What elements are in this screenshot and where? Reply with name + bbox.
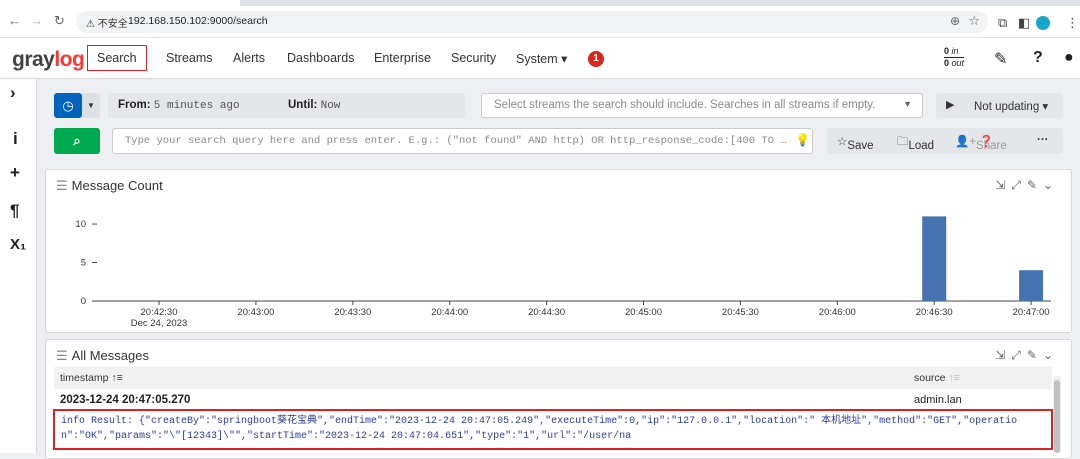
x-tick-label: 20:44:30 <box>528 307 565 318</box>
play-icon[interactable]: ▶ <box>946 98 954 111</box>
message-timestamp: 2023-12-24 20:47:05.270 <box>60 394 191 406</box>
notification-badge[interactable]: 1 <box>588 51 604 67</box>
x-tick-label: 20:46:30 <box>916 307 953 318</box>
time-range-display[interactable]: From: 5 minutes ago Until: Now <box>108 93 465 118</box>
fields-paragraph-icon[interactable]: ¶ <box>10 201 19 221</box>
chevron-down-icon[interactable]: ⌄ <box>1043 348 1059 362</box>
edit-icon[interactable]: ✎ <box>1027 348 1043 362</box>
x-tick-label: 20:47:00 <box>1013 307 1050 318</box>
nav-enterprise[interactable]: Enterprise <box>374 51 431 65</box>
top-navbar: graylog Search Streams Alerts Dashboards… <box>0 38 1080 79</box>
add-widget-icon[interactable]: + <box>10 163 20 183</box>
query-tips-icon[interactable]: 💡 <box>795 133 810 147</box>
expand-icon[interactable]: ⤢ <box>1011 178 1027 192</box>
load-button[interactable]: 🗀 Load <box>897 134 934 153</box>
message-count-chart: 0 5 10 20:42:30 20:43:00 20:43:30 20:44:00 20:4… <box>75 216 1051 329</box>
profile-avatar[interactable] <box>1036 16 1050 30</box>
streams-placeholder: Select streams the search should include… <box>494 99 876 111</box>
reload-icon[interactable]: ↻ <box>54 13 65 29</box>
left-sidebar: › i + ¶ X₁ <box>0 79 37 453</box>
nav-security[interactable]: Security <box>451 51 496 65</box>
y-tick-label: 10 <box>75 219 86 230</box>
back-icon[interactable]: ← <box>8 13 21 28</box>
x-tick-label: 20:43:30 <box>334 307 371 318</box>
share-button[interactable]: 👤+ Share ❓ <box>955 134 1007 152</box>
focus-icon[interactable]: ⇲ <box>995 348 1011 362</box>
bookmark-star-icon[interactable]: ☆ <box>968 13 980 29</box>
user-icon[interactable]: ● <box>1064 49 1074 67</box>
clock-icon: ◷ <box>62 98 74 113</box>
drag-handle-icon[interactable]: ☰ <box>56 178 68 193</box>
message-source: admin.lan <box>914 394 962 406</box>
chevron-down-icon[interactable]: ▼ <box>82 93 100 118</box>
y-tick-label: 5 <box>81 258 86 269</box>
sidepanel-icon[interactable]: ◧ <box>1018 15 1030 31</box>
expand-icon[interactable]: ⤢ <box>1011 348 1027 362</box>
security-warning[interactable]: ⚠ 不安全 <box>86 15 128 30</box>
x-tick-label: 20:45:00 <box>625 307 662 318</box>
chevron-down-icon[interactable]: ⌄ <box>1043 178 1059 192</box>
focus-icon[interactable]: ⇲ <box>995 178 1011 192</box>
url-text[interactable]: 192.168.150.102:9000/search <box>128 15 268 27</box>
widget-actions: ⇲⤢✎⌄ <box>995 178 1059 193</box>
drag-handle-icon[interactable]: ☰ <box>56 348 68 363</box>
extensions-icon[interactable]: ⧉ <box>998 15 1007 31</box>
help-icon[interactable]: ? <box>1033 49 1043 67</box>
zoom-icon[interactable]: ⊕ <box>950 14 960 28</box>
refresh-dropdown[interactable]: ▶ Not updating ▾ <box>936 93 1063 118</box>
search-bar-area: ◷ ▼ From: 5 minutes ago Until: Now Selec… <box>45 86 1072 162</box>
time-range-type-button[interactable]: ◷ <box>54 93 82 118</box>
search-submit-button[interactable]: ⌕ <box>54 128 100 154</box>
widget-actions: ⇲⤢✎⌄ <box>995 348 1059 363</box>
message-body[interactable]: info Result: {"createBy":"springboot葵花宝典… <box>53 409 1053 450</box>
column-header-timestamp[interactable]: timestamp ↑≡ <box>60 372 123 384</box>
x-tick-label: 20:42:30 <box>141 307 178 318</box>
x-tick-label: 20:45:30 <box>722 307 759 318</box>
chart-bar <box>1019 270 1044 301</box>
message-count-widget: ☰ Message Count ⇲⤢✎⌄ 0 5 10 20:42:30 20:43:00… <box>45 169 1072 333</box>
column-header-source[interactable]: source ↑≡ <box>914 372 960 384</box>
browser-toolbar: ← → ↻ ⚠ 不安全 192.168.150.102:9000/search … <box>0 6 1080 38</box>
forward-icon[interactable]: → <box>30 13 43 28</box>
from-value: 5 minutes ago <box>153 100 240 112</box>
streams-select[interactable]: Select streams the search should include… <box>481 93 923 118</box>
sort-icon: ↑≡ <box>111 372 123 384</box>
search-icon: ⌕ <box>73 133 81 148</box>
chart-bar <box>922 216 947 301</box>
nav-system-dropdown[interactable]: System ▾ <box>516 51 567 66</box>
search-actions-group: ☆ Save 🗀 Load 👤+ Share ❓ ··· <box>827 128 1063 154</box>
save-button[interactable]: ☆ Save <box>837 134 874 152</box>
messages-scrollbar[interactable] <box>1053 376 1061 453</box>
widget-title: Message Count <box>71 178 163 193</box>
info-icon[interactable]: i <box>13 129 18 149</box>
until-value: Now <box>320 100 341 112</box>
search-query-input[interactable]: Type your search query here and press en… <box>112 128 813 154</box>
chevron-down-icon: ▼ <box>903 99 912 109</box>
browser-menu-icon[interactable]: ⋮ <box>1066 15 1079 31</box>
x-tick-date-label: Dec 24, 2023 <box>131 318 188 329</box>
nav-dashboards[interactable]: Dashboards <box>287 51 354 65</box>
more-actions-icon[interactable]: ··· <box>1037 134 1049 146</box>
widget-title: All Messages <box>71 348 149 363</box>
expand-sidebar-icon[interactable]: › <box>10 83 16 103</box>
scrollbar-thumb[interactable] <box>1054 380 1060 453</box>
edit-icon[interactable]: ✎ <box>1027 178 1043 192</box>
nav-streams[interactable]: Streams <box>166 51 213 65</box>
graylog-logo[interactable]: graylog <box>12 48 85 72</box>
sort-icon: ↑≡ <box>948 372 960 384</box>
throughput-indicator: 0 in 0 out <box>944 46 965 68</box>
messages-table-header: timestamp ↑≡ source ↑≡ <box>54 367 1052 389</box>
scratchpad-edit-icon[interactable]: ✎ <box>994 49 1007 69</box>
x-tick-label: 20:44:00 <box>431 307 468 318</box>
nav-alerts[interactable]: Alerts <box>233 51 265 65</box>
x-tick-label: 20:46:00 <box>819 307 856 318</box>
formula-icon[interactable]: X₁ <box>10 236 26 253</box>
nav-search[interactable]: Search <box>87 45 147 71</box>
x-tick-label: 20:43:00 <box>237 307 274 318</box>
y-tick-label: 0 <box>81 296 86 307</box>
address-bar[interactable]: ⚠ 不安全 192.168.150.102:9000/search ⊕ ☆ <box>76 11 988 33</box>
